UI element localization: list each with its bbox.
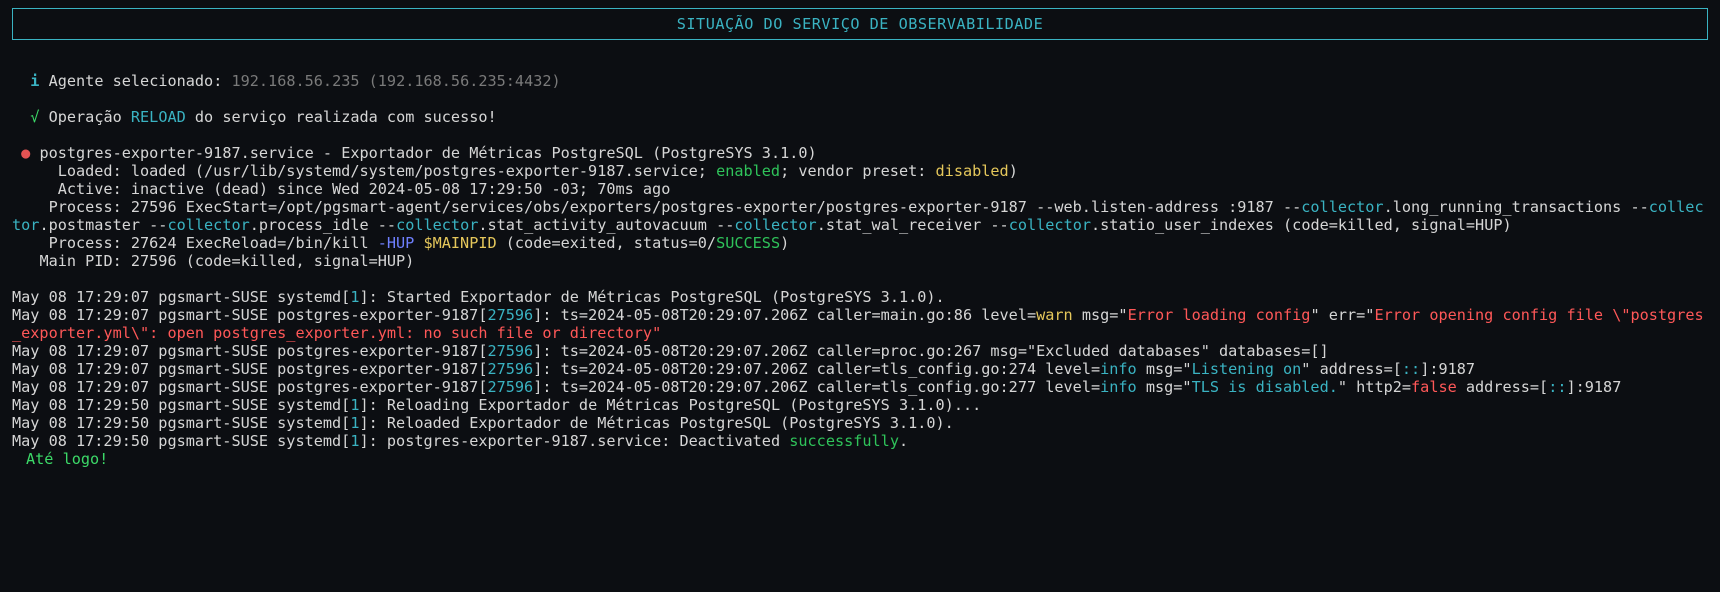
log-line-8: May 08 17:29:50 pgsmart-SUSE systemd[1]:…: [12, 432, 908, 450]
log-line-4: May 08 17:29:07 pgsmart-SUSE postgres-ex…: [12, 360, 1475, 378]
main-pid-line: Main PID: 27596 (code=killed, signal=HUP…: [12, 252, 414, 270]
info-icon: i: [30, 72, 39, 90]
log-line-3: May 08 17:29:07 pgsmart-SUSE postgres-ex…: [12, 342, 1329, 360]
service-header: ● postgres-exporter-9187.service - Expor…: [12, 144, 817, 162]
process-execstart: Process: 27596 ExecStart=/opt/pgsmart-ag…: [12, 198, 1704, 234]
log-line-2: May 08 17:29:07 pgsmart-SUSE postgres-ex…: [12, 306, 1704, 342]
reload-keyword: RELOAD: [131, 108, 186, 126]
page-title: SITUAÇÃO DO SERVIÇO DE OBSERVABILIDADE: [677, 15, 1043, 33]
log-line-1: May 08 17:29:07 pgsmart-SUSE systemd[1]:…: [12, 288, 945, 306]
loaded-line: Loaded: loaded (/usr/lib/systemd/system/…: [12, 162, 1018, 180]
agent-label: Agente selecionado:: [49, 72, 232, 90]
agent-line: i Agente selecionado: 192.168.56.235 (19…: [12, 72, 561, 90]
log-line-5: May 08 17:29:07 pgsmart-SUSE postgres-ex…: [12, 378, 1621, 396]
process-execreload: Process: 27624 ExecReload=/bin/kill -HUP…: [12, 234, 789, 252]
log-line-6: May 08 17:29:50 pgsmart-SUSE systemd[1]:…: [12, 396, 981, 414]
farewell-text: Até logo!: [12, 438, 108, 468]
terminal-output: i Agente selecionado: 192.168.56.235 (19…: [0, 54, 1720, 468]
status-dot-icon: ●: [21, 144, 30, 162]
agent-value: 192.168.56.235 (192.168.56.235:4432): [231, 72, 560, 90]
operation-line: √ Operação RELOAD do serviço realizada c…: [12, 108, 497, 126]
log-line-7: May 08 17:29:50 pgsmart-SUSE systemd[1]:…: [12, 414, 954, 432]
title-box: SITUAÇÃO DO SERVIÇO DE OBSERVABILIDADE: [12, 8, 1708, 40]
active-line: Active: inactive (dead) since Wed 2024-0…: [12, 180, 670, 198]
